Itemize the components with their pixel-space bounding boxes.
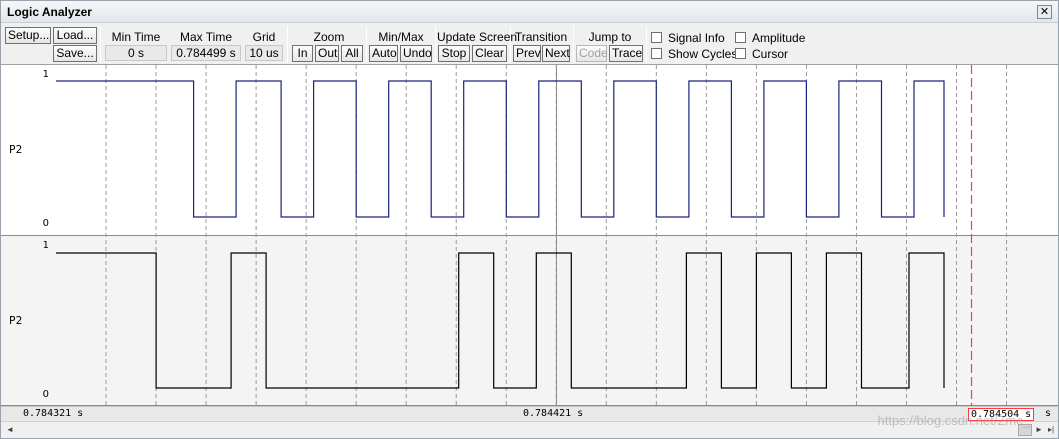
minmax-undo-button[interactable]: Undo (400, 45, 432, 62)
zoom-out-button[interactable]: Out (315, 45, 339, 62)
zoom-in-button[interactable]: In (292, 45, 313, 62)
next-transition-button[interactable]: Next (542, 45, 570, 62)
zoom-label: Zoom (313, 30, 345, 44)
save-button[interactable]: Save... (53, 45, 97, 62)
time-right-clipped-label: s (1045, 408, 1052, 419)
grid-value: 10 us (245, 45, 283, 61)
lane-a-background (1, 65, 1058, 235)
close-icon[interactable]: ✕ (1037, 5, 1052, 19)
min-time-value: 0 s (105, 45, 167, 61)
toolbar-separator (287, 26, 288, 63)
toolbar-separator (100, 26, 101, 63)
toolbar-separator (646, 26, 647, 63)
max-time-value: 0.784499 s (171, 45, 241, 61)
min-time-label: Min Time (111, 30, 161, 44)
load-button[interactable]: Load... (53, 27, 97, 44)
signal-a-low-tick: 0 (42, 218, 49, 229)
signal-name-p2-a: P2 (9, 143, 23, 156)
scroll-end-icon[interactable]: ▸| (1044, 423, 1058, 437)
logic-analyzer-window: Logic Analyzer ✕ Setup... Load... Save..… (0, 0, 1059, 439)
toolbar-separator (573, 26, 574, 63)
watermark: https://blog.csdn.net/Zmc_ (877, 413, 1030, 428)
title-bar: Logic Analyzer ✕ (1, 1, 1058, 23)
show-cycles-checkbox[interactable] (651, 48, 662, 59)
signal-b-high-tick: 1 (42, 240, 49, 251)
toolbar: Setup... Load... Save... Min Time 0 s Ma… (1, 24, 1058, 65)
clear-button[interactable]: Clear (472, 45, 507, 62)
signal-b-low-tick: 0 (42, 389, 49, 400)
toolbar-separator (435, 26, 436, 63)
cursor-checkbox[interactable] (735, 48, 746, 59)
cursor-label: Cursor (752, 47, 789, 61)
amplitude-checkbox[interactable] (735, 32, 746, 43)
jump-to-label: Jump to (588, 30, 632, 44)
signal-info-label: Signal Info (668, 31, 725, 45)
time-left-label: 0.784321 s (23, 408, 84, 419)
waveform-canvas[interactable] (1, 65, 1058, 406)
jump-code-button[interactable]: Code (576, 45, 608, 62)
stop-button[interactable]: Stop (438, 45, 470, 62)
window-title: Logic Analyzer (7, 5, 92, 19)
minmax-auto-button[interactable]: Auto (369, 45, 398, 62)
show-cycles-label: Show Cycles (668, 47, 738, 61)
grid-label: Grid (252, 30, 276, 44)
setup-button[interactable]: Setup... (5, 27, 51, 44)
scroll-left-arrow-icon[interactable]: ◄ (3, 423, 17, 437)
zoom-all-button[interactable]: All (341, 45, 363, 62)
max-time-label: Max Time (179, 30, 232, 44)
prev-transition-button[interactable]: Prev (513, 45, 541, 62)
jump-trace-button[interactable]: Trace (609, 45, 643, 62)
amplitude-label: Amplitude (752, 31, 806, 45)
toolbar-separator (366, 26, 367, 63)
time-mid-label: 0.784421 s (523, 408, 584, 419)
lane-b-background (1, 236, 1058, 406)
signal-a-high-tick: 1 (42, 69, 49, 80)
update-screen-label: Update Screen (437, 30, 518, 44)
signal-name-p2-b: P2 (9, 314, 23, 327)
waveform-area[interactable]: P2 1 0 P2 1 0 (1, 65, 1058, 406)
minmax-label: Min/Max (378, 30, 424, 44)
toolbar-separator (510, 26, 511, 63)
transition-label: Transition (514, 30, 568, 44)
signal-info-checkbox[interactable] (651, 32, 662, 43)
